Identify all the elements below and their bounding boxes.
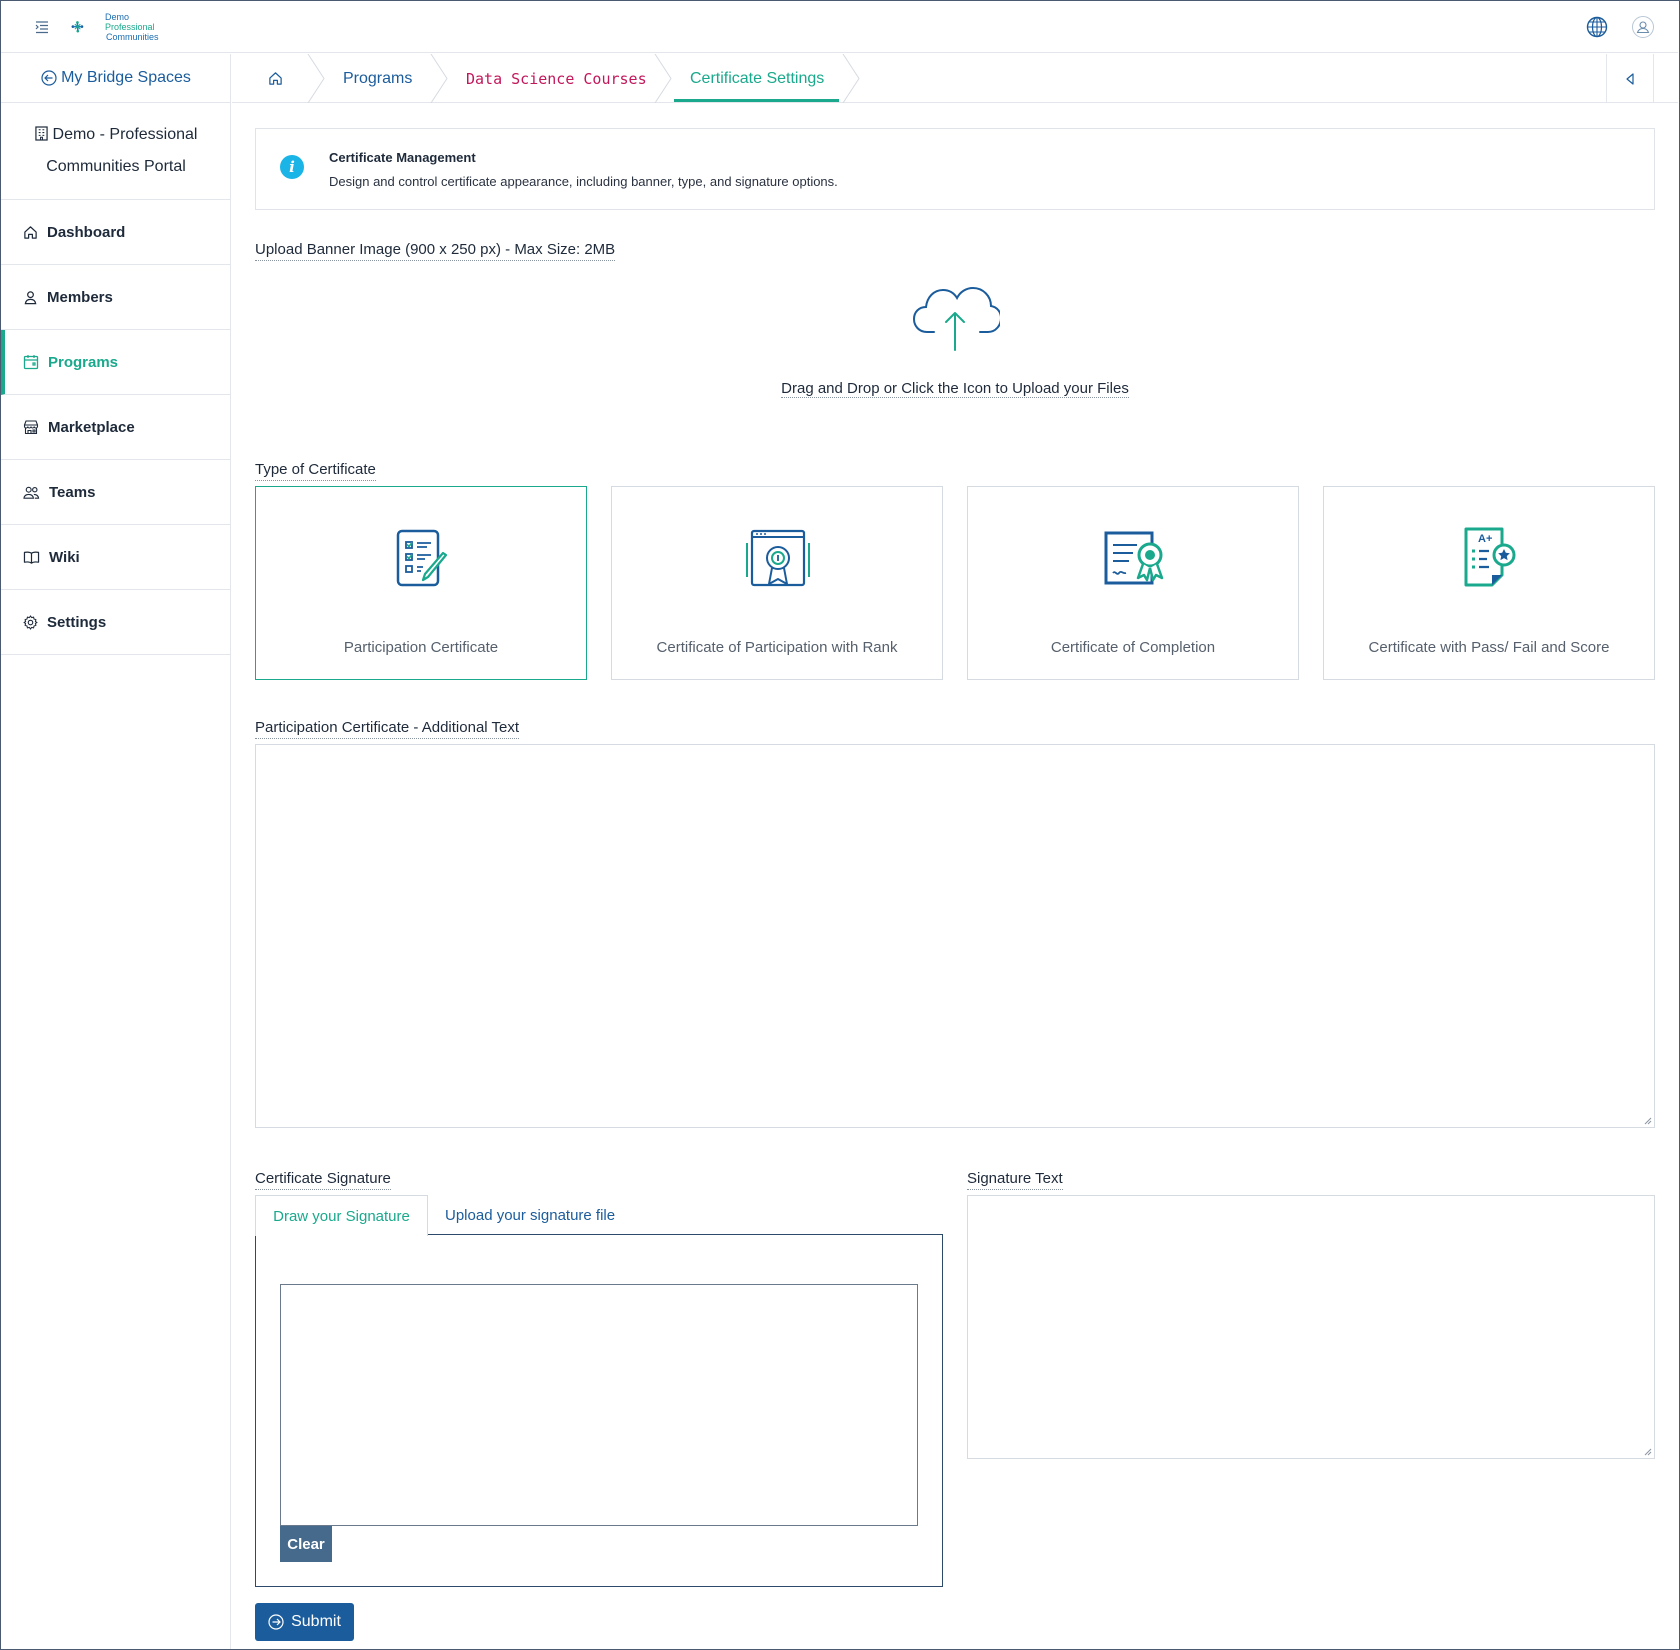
banner-upload-label: Upload Banner Image (900 x 250 px) - Max… [255, 241, 616, 261]
upload-instructions: Drag and Drop or Click the Icon to Uploa… [760, 380, 1150, 398]
info-icon: i [280, 155, 304, 179]
sidebar-label-teams: Teams [49, 483, 96, 501]
gear-icon [23, 614, 38, 630]
grade-report-icon: A+ [1464, 527, 1516, 587]
sidebar-label-marketplace: Marketplace [48, 418, 135, 436]
logo-icon [71, 21, 84, 33]
submit-label: Submit [291, 1613, 341, 1630]
tab-upload-signature[interactable]: Upload your signature file [445, 1195, 615, 1235]
clear-signature-button[interactable]: Clear [280, 1526, 332, 1562]
certificate-signature-label: Certificate Signature [255, 1170, 391, 1190]
certificate-type-label: Type of Certificate [255, 461, 376, 481]
logo-text: Demo Professional Communities [105, 12, 159, 42]
user-icon [1636, 21, 1650, 34]
resize-handle-icon[interactable] [1644, 1448, 1652, 1456]
additional-text-input[interactable] [255, 744, 1655, 1128]
breadcrumb-separator [307, 54, 325, 103]
additional-text-label: Participation Certificate - Additional T… [255, 719, 520, 739]
certificate-option-completion[interactable]: Certificate of Completion [967, 486, 1299, 680]
org-line-2: Communities Portal [46, 158, 186, 175]
sidebar-label-settings: Settings [47, 613, 107, 631]
cloud-upload-icon[interactable] [910, 277, 1000, 353]
info-description: Design and control certificate appearanc… [329, 174, 838, 189]
info-title: Certificate Management [329, 150, 476, 165]
building-icon [34, 126, 48, 141]
breadcrumb: Programs Data Science Courses Certificat… [232, 54, 1678, 103]
sidebar-item-members[interactable]: Members [1, 265, 231, 330]
logo-line-3: Communities [106, 32, 159, 42]
certificate-option-participation-rank[interactable]: Certificate of Participation with Rank [611, 486, 943, 680]
arrow-right-circle-icon [268, 1614, 284, 1630]
collapse-panel-button[interactable] [1606, 54, 1654, 103]
breadcrumb-home[interactable] [268, 54, 283, 103]
rank-badge-icon [746, 529, 810, 587]
breadcrumb-separator [430, 54, 448, 103]
home-icon [269, 72, 282, 85]
breadcrumb-separator [842, 54, 860, 103]
certificate-option-label: Certificate of Completion [1050, 639, 1216, 656]
breadcrumb-certificate-settings[interactable]: Certificate Settings [690, 54, 824, 103]
checklist-pencil-icon [396, 529, 448, 587]
resize-handle-icon[interactable] [1644, 1117, 1652, 1125]
upload-instructions-text: Drag and Drop or Click the Icon to Uploa… [781, 380, 1129, 398]
certificate-option-label: Participation Certificate [343, 639, 499, 656]
certificate-option-label: Certificate with Pass/ Fail and Score [1368, 639, 1610, 656]
logo-line-1: Demo [105, 12, 130, 22]
sidebar-label-programs: Programs [48, 353, 119, 371]
sidebar-item-teams[interactable]: Teams [1, 460, 231, 525]
sidebar-label-dashboard: Dashboard [47, 223, 126, 241]
certificate-option-participation[interactable]: Participation Certificate [255, 486, 587, 680]
sidebar-label-wiki: Wiki [49, 548, 80, 566]
sidebar: My Bridge Spaces Demo - Professional Com… [1, 54, 231, 1649]
certificate-ribbon-icon [1104, 531, 1164, 585]
signature-text-input[interactable] [967, 1195, 1655, 1459]
org-line-1: Demo - Professional [52, 126, 198, 143]
globe-icon[interactable] [1586, 16, 1608, 38]
store-icon [23, 420, 39, 435]
calendar-icon [23, 355, 39, 370]
home-icon [24, 225, 37, 239]
banner-upload-dropzone[interactable]: Drag and Drop or Click the Icon to Uploa… [760, 272, 1150, 407]
signature-text-label: Signature Text [967, 1170, 1063, 1190]
sidebar-item-programs[interactable]: Programs [1, 330, 231, 395]
top-bar: Demo Professional Communities [1, 1, 1678, 53]
caret-left-icon [1626, 72, 1634, 85]
tab-draw-signature[interactable]: Draw your Signature [255, 1195, 428, 1236]
sidebar-item-dashboard[interactable]: Dashboard [1, 200, 231, 265]
logo-line-2: Professional [105, 22, 155, 32]
breadcrumb-active-indicator [674, 99, 839, 102]
sidebar-item-wiki[interactable]: Wiki [1, 525, 231, 590]
breadcrumb-separator [654, 54, 672, 103]
org-name: Demo - Professional Communities Portal [1, 103, 231, 200]
menu-icon[interactable] [35, 20, 49, 34]
signature-draw-panel: Clear [255, 1234, 943, 1587]
submit-button[interactable]: Submit [255, 1603, 354, 1641]
back-link-label: My Bridge Spaces [61, 69, 191, 86]
user-avatar[interactable] [1632, 16, 1654, 38]
info-banner: i Certificate Management Design and cont… [255, 128, 1655, 210]
signature-tabs: Draw your Signature Upload your signatur… [255, 1195, 943, 1236]
sidebar-item-marketplace[interactable]: Marketplace [1, 395, 231, 460]
my-bridge-spaces-link[interactable]: My Bridge Spaces [1, 54, 231, 103]
certificate-option-pass-fail-score[interactable]: A+ Certificate with Pass/ Fail and Score [1323, 486, 1655, 680]
arrow-left-circle-icon [41, 70, 57, 86]
certificate-option-label: Certificate of Participation with Rank [656, 639, 898, 656]
sidebar-label-members: Members [47, 288, 113, 306]
breadcrumb-programs[interactable]: Programs [343, 54, 412, 103]
book-icon [23, 551, 40, 564]
svg-text:A+: A+ [1478, 533, 1492, 545]
person-icon [24, 290, 37, 304]
breadcrumb-course[interactable]: Data Science Courses [466, 54, 647, 103]
signature-canvas[interactable] [280, 1284, 918, 1526]
people-icon [23, 486, 40, 499]
sidebar-item-settings[interactable]: Settings [1, 590, 231, 655]
